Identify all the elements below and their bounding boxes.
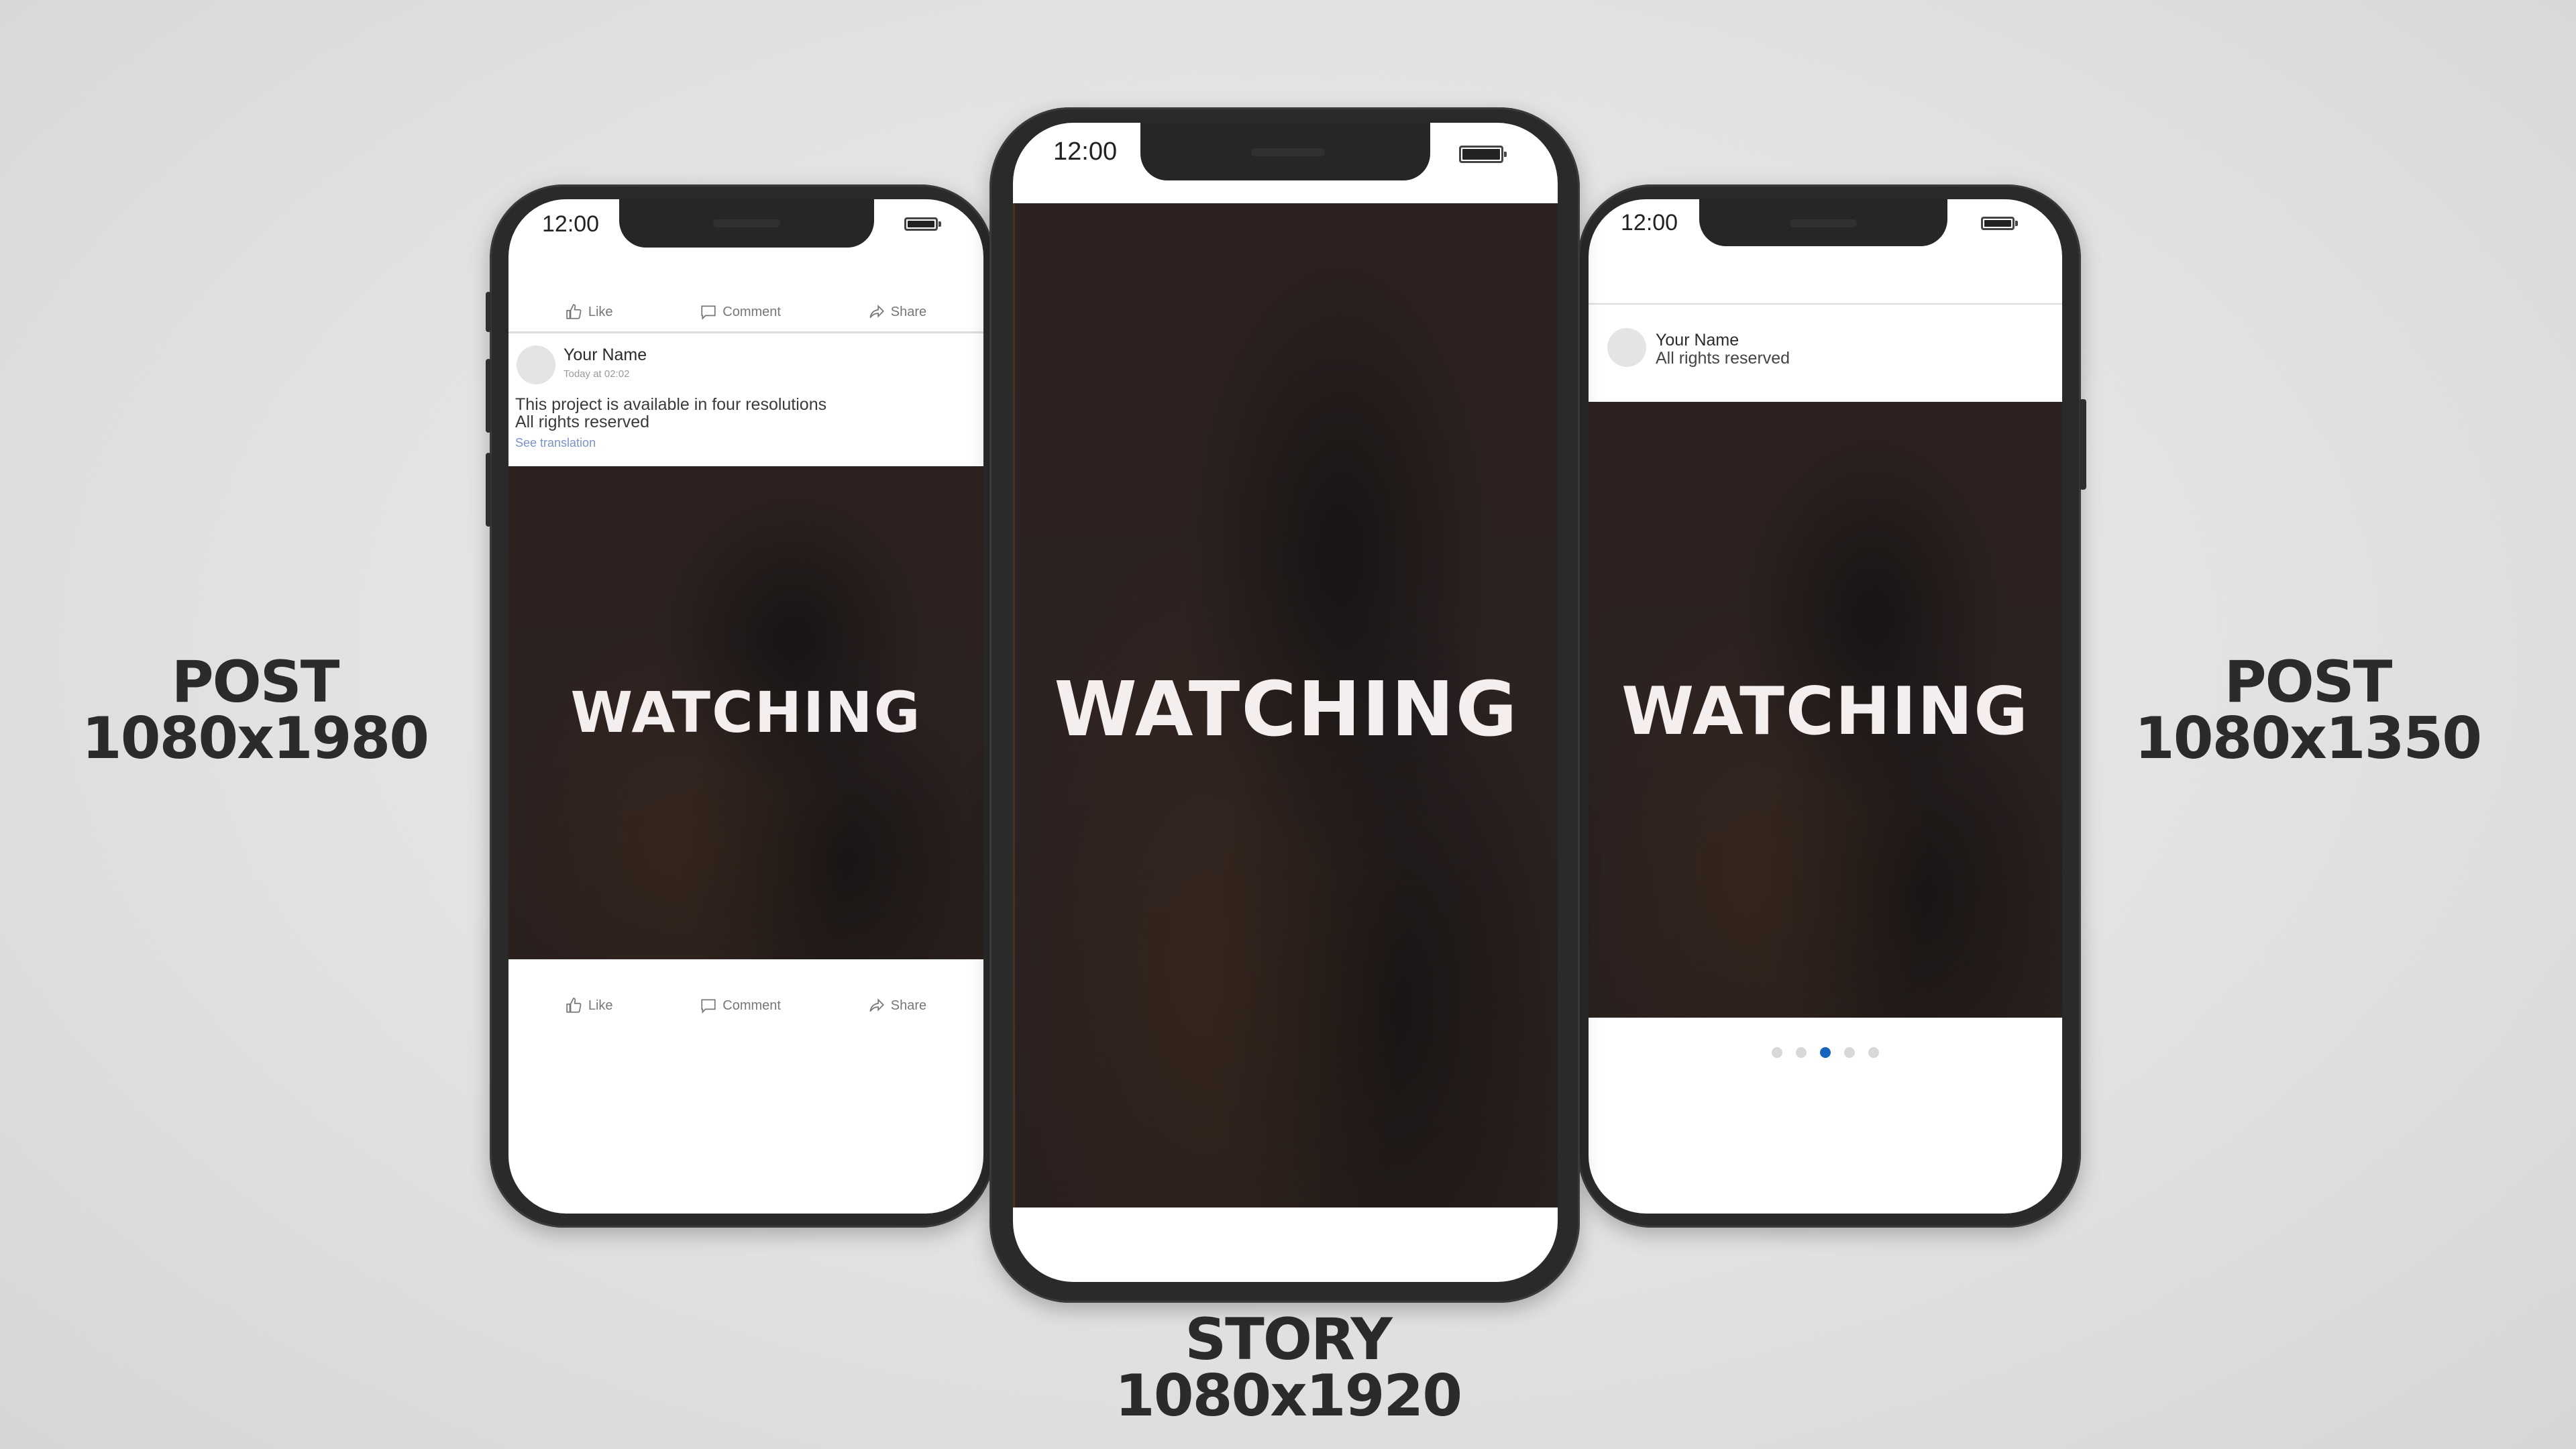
comment-label: Comment xyxy=(722,304,781,319)
story-media: WATCHING xyxy=(1013,203,1558,1208)
top-action-bar: Like Comment Share xyxy=(508,299,983,325)
share-button[interactable]: Share xyxy=(868,303,926,321)
carousel-indicator xyxy=(1589,1047,2062,1058)
divider xyxy=(1589,303,2062,305)
label-format: STORY xyxy=(1185,1306,1393,1373)
share-button[interactable]: Share xyxy=(868,997,926,1014)
post-media: WATCHING xyxy=(508,466,983,959)
label-resolution: 1080x1350 xyxy=(2134,705,2482,773)
notch xyxy=(1140,123,1430,180)
carousel-dot[interactable] xyxy=(1772,1047,1782,1058)
post-text-line: All rights reserved xyxy=(515,413,650,432)
post-timestamp: Today at 02:02 xyxy=(564,368,630,380)
phone-screen: 12:00 WATCHING xyxy=(1013,123,1558,1282)
media-title: WATCHING xyxy=(1621,674,2029,750)
like-button[interactable]: Like xyxy=(566,303,613,321)
status-time: 12:00 xyxy=(542,211,600,237)
side-button xyxy=(486,292,491,332)
post-text-line: This project is available in four resolu… xyxy=(515,395,827,414)
phone-mockup-right: 12:00 Your Name All rights reserved WATC… xyxy=(1578,184,2086,1228)
comment-button[interactable]: Comment xyxy=(700,997,781,1014)
comment-icon xyxy=(701,999,716,1014)
like-label: Like xyxy=(588,304,613,319)
like-button[interactable]: Like xyxy=(566,997,613,1014)
post-subtitle: All rights reserved xyxy=(1656,349,1790,368)
label-format: POST xyxy=(171,649,340,716)
bottom-action-bar: Like Comment Share xyxy=(508,992,983,1019)
resolution-label-story-1080x1920: STORY 1080x1920 xyxy=(1060,1306,1516,1430)
post-media: WATCHING xyxy=(1589,402,2062,1018)
thumbs-up-icon xyxy=(566,998,582,1013)
avatar xyxy=(1607,328,1646,367)
notch xyxy=(1699,199,1947,246)
resolution-label-post-1080x1980: POST 1080x1980 xyxy=(67,649,443,773)
share-label: Share xyxy=(890,304,927,319)
author-name: Your Name xyxy=(564,345,647,364)
battery-icon xyxy=(1459,146,1507,163)
share-label: Share xyxy=(890,998,927,1013)
media-title: WATCHING xyxy=(570,680,922,745)
speaker xyxy=(1790,219,1857,227)
resolution-label-post-1080x1350: POST 1080x1350 xyxy=(2120,649,2496,773)
comment-icon xyxy=(701,305,716,320)
status-time: 12:00 xyxy=(1621,210,1678,235)
like-label: Like xyxy=(588,998,613,1013)
share-icon xyxy=(869,305,884,319)
side-button xyxy=(2080,399,2086,490)
carousel-dot[interactable] xyxy=(1868,1047,1879,1058)
battery-icon xyxy=(1981,217,2018,230)
notch xyxy=(619,199,874,248)
share-icon xyxy=(869,998,884,1012)
label-resolution: 1080x1920 xyxy=(1114,1362,1462,1430)
carousel-dot[interactable] xyxy=(1796,1047,1807,1058)
speaker xyxy=(1251,148,1325,156)
side-button xyxy=(486,453,491,527)
phone-screen: 12:00 Like Comment Share Your Name Today… xyxy=(508,199,983,1214)
side-button xyxy=(486,359,491,433)
carousel-dot[interactable] xyxy=(1844,1047,1855,1058)
thumbs-up-icon xyxy=(566,304,582,319)
comment-label: Comment xyxy=(722,998,781,1013)
post-text: This project is available in four resolu… xyxy=(515,396,826,431)
phone-mockup-center: 12:00 WATCHING xyxy=(989,107,1580,1303)
label-format: POST xyxy=(2224,649,2393,716)
comment-button[interactable]: Comment xyxy=(700,303,781,321)
carousel-dot-active[interactable] xyxy=(1820,1047,1831,1058)
see-translation-link[interactable]: See translation xyxy=(515,436,596,450)
label-resolution: 1080x1980 xyxy=(81,705,429,773)
author-name: Your Name xyxy=(1656,331,1739,350)
status-time: 12:00 xyxy=(1053,138,1118,166)
divider xyxy=(508,331,983,333)
media-title: WATCHING xyxy=(1054,666,1519,753)
phone-screen: 12:00 Your Name All rights reserved WATC… xyxy=(1589,199,2062,1214)
avatar xyxy=(517,345,555,384)
phone-mockup-left: 12:00 Like Comment Share Your Name Today… xyxy=(486,184,994,1228)
battery-icon xyxy=(904,217,941,231)
speaker xyxy=(713,219,780,227)
